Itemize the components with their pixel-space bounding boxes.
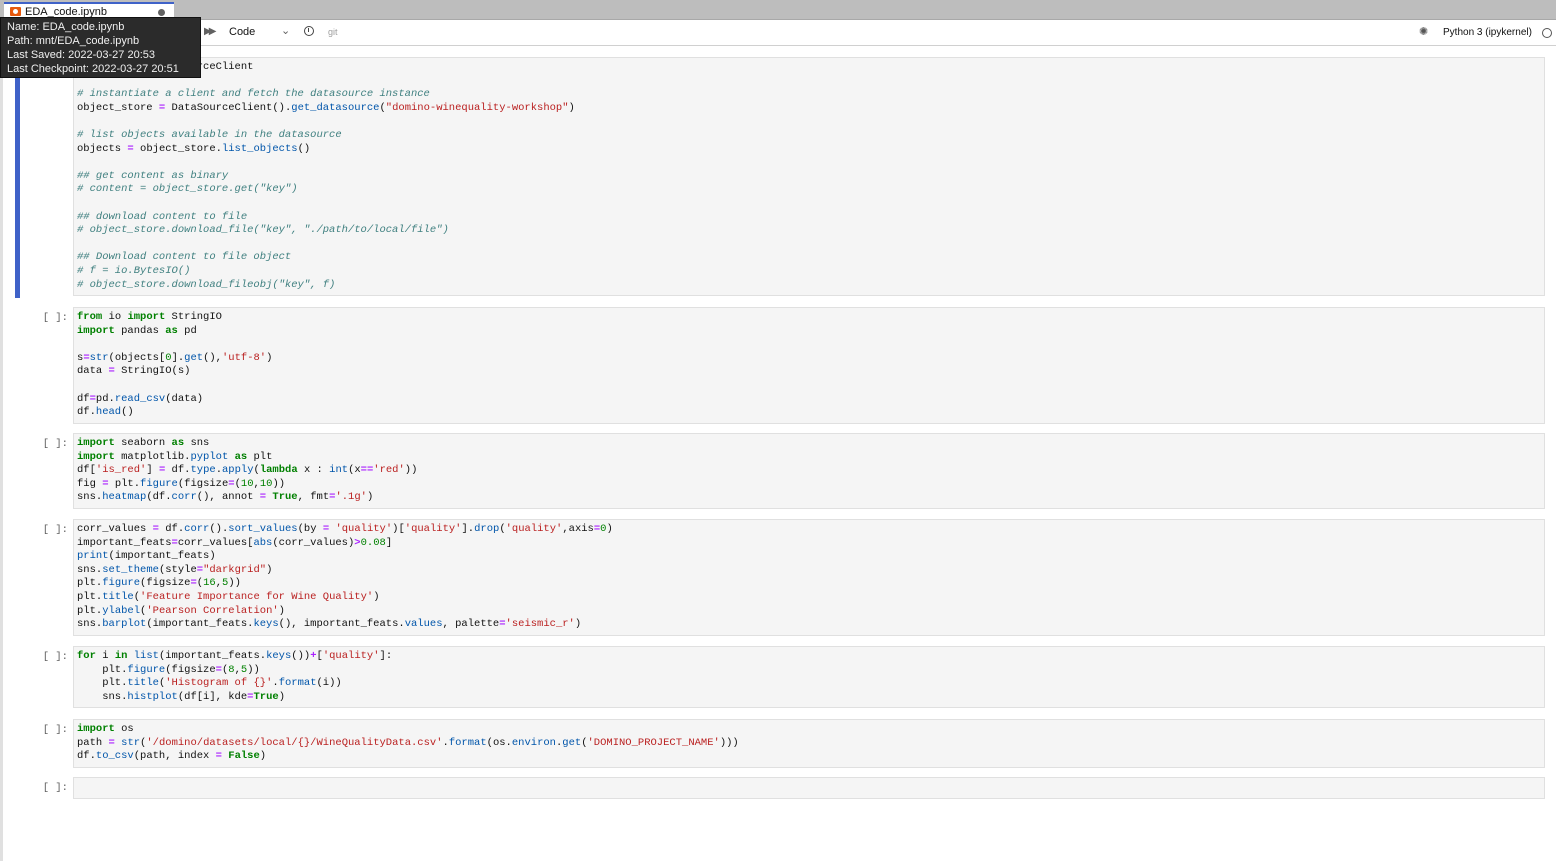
code-line: objects = object_store.list_objects() xyxy=(77,142,311,155)
cell-prompt: [ ]: xyxy=(42,312,68,324)
code-line: object_store = DataSourceClient().get_da… xyxy=(77,101,575,114)
code-line: important_feats=corr_values[abs(corr_val… xyxy=(77,536,393,549)
code-line: plt.title('Feature Importance for Wine Q… xyxy=(77,590,380,603)
code-line: import matplotlib.pyplot as plt xyxy=(77,450,273,463)
cell-prompt: [ ]: xyxy=(42,438,68,450)
run-all-icon[interactable]: ▶▶ xyxy=(204,26,217,37)
cell-prompt: [ ]: xyxy=(42,651,68,663)
notebook-toolbar: ▶▶ Code ⌄ git ✺ Python 3 (ipykernel) xyxy=(0,20,1556,46)
left-rail xyxy=(0,46,3,861)
code-line: import seaborn as sns xyxy=(77,437,210,449)
code-line: plt.figure(figsize=(8,5)) xyxy=(77,663,260,676)
tab-bar: EDA_code.ipynb xyxy=(0,0,1556,20)
code-line: # instantiate a client and fetch the dat… xyxy=(77,88,430,101)
code-line: df.to_csv(path, index = False) xyxy=(77,750,267,763)
code-line: df=pd.read_csv(data) xyxy=(77,392,204,405)
code-line: sns.heatmap(df.corr(), annot = True, fmt… xyxy=(77,491,374,504)
code-line: df.head() xyxy=(77,406,134,419)
code-line: corr_values = df.corr().sort_values(by =… xyxy=(77,523,613,535)
code-cell-input[interactable] xyxy=(73,777,1545,799)
code-line: ## get content as binary xyxy=(77,169,229,182)
code-line: plt.ylabel('Pearson Correlation') xyxy=(77,604,285,617)
kernel-name[interactable]: Python 3 (ipykernel) xyxy=(1443,27,1532,38)
code-line: df['is_red'] = df.type.apply(lambda x : … xyxy=(77,464,418,477)
code-line: sns.barplot(important_feats.keys(), impo… xyxy=(77,618,582,631)
tooltip-name: Name: EDA_code.ipynb xyxy=(7,21,125,33)
tooltip-path: Path: mnt/EDA_code.ipynb xyxy=(7,35,140,47)
code-line: # f = io.BytesIO() xyxy=(77,264,191,277)
code-cell-input[interactable]: import seaborn as sns import matplotlib.p… xyxy=(73,433,1545,509)
cell-prompt: [ ]: xyxy=(42,782,68,794)
code-line: fig = plt.figure(figsize=(10,10)) xyxy=(77,477,286,490)
code-line: import pandas as pd xyxy=(77,324,197,337)
tooltip-last-saved: Last Saved: 2022-03-27 20:53 xyxy=(7,49,156,61)
code-line: # content = object_store.get("key") xyxy=(77,183,298,196)
code-line: # object_store.download_fileobj("key", f… xyxy=(77,278,336,291)
code-line: for i in list(important_feats.keys())+['… xyxy=(77,650,393,662)
tooltip-last-checkpoint: Last Checkpoint: 2022-03-27 20:51 xyxy=(7,63,179,75)
tab-tooltip: Name: EDA_code.ipynb Path: mnt/EDA_code.… xyxy=(0,17,201,78)
clock-icon[interactable] xyxy=(304,26,314,36)
debugger-icon[interactable]: ✺ xyxy=(1419,25,1428,38)
code-line: import os xyxy=(77,723,134,735)
cell-prompt: [ ]: xyxy=(42,724,68,736)
code-line: rces import DataSourceClient xyxy=(77,61,254,73)
chevron-down-icon[interactable]: ⌄ xyxy=(281,24,290,37)
cell-type-select[interactable]: Code xyxy=(229,26,255,38)
code-cell-input[interactable]: import os path = str('/domino/datasets/lo… xyxy=(73,719,1545,768)
code-line: print(important_feats) xyxy=(77,550,216,563)
code-cell-input[interactable]: corr_values = df.corr().sort_values(by =… xyxy=(73,519,1545,636)
code-cell-input[interactable]: from io import StringIO import pandas as … xyxy=(73,307,1545,424)
active-cell-indicator xyxy=(15,57,20,298)
code-line: sns.set_theme(style="darkgrid") xyxy=(77,563,273,576)
notebook-icon xyxy=(10,7,21,16)
code-line: # list objects available in the datasour… xyxy=(77,128,342,141)
code-line: plt.title('Histogram of {}'.format(i)) xyxy=(77,677,342,690)
code-line: sns.histplot(df[i], kde=True) xyxy=(77,690,285,703)
kernel-status-icon xyxy=(1542,28,1552,38)
code-line: # object_store.download_file("key", "./p… xyxy=(77,224,449,237)
code-line: ## Download content to file object xyxy=(77,251,292,264)
unsaved-dot-icon[interactable] xyxy=(158,9,165,16)
code-line: from io import StringIO xyxy=(77,311,222,323)
code-cell-input[interactable]: rces import DataSourceClient # instantia… xyxy=(73,57,1545,297)
code-line: ## download content to file xyxy=(77,210,248,223)
code-line: path = str('/domino/datasets/local/{}/Wi… xyxy=(77,736,739,749)
code-cell-input[interactable]: for i in list(important_feats.keys())+['… xyxy=(73,646,1545,709)
code-line: plt.figure(figsize=(16,5)) xyxy=(77,577,241,590)
cell-prompt: [ ]: xyxy=(42,524,68,536)
code-line: s=str(objects[0].get(),'utf-8') xyxy=(77,351,273,364)
code-line: data = StringIO(s) xyxy=(77,365,191,378)
git-button[interactable]: git xyxy=(328,27,338,37)
